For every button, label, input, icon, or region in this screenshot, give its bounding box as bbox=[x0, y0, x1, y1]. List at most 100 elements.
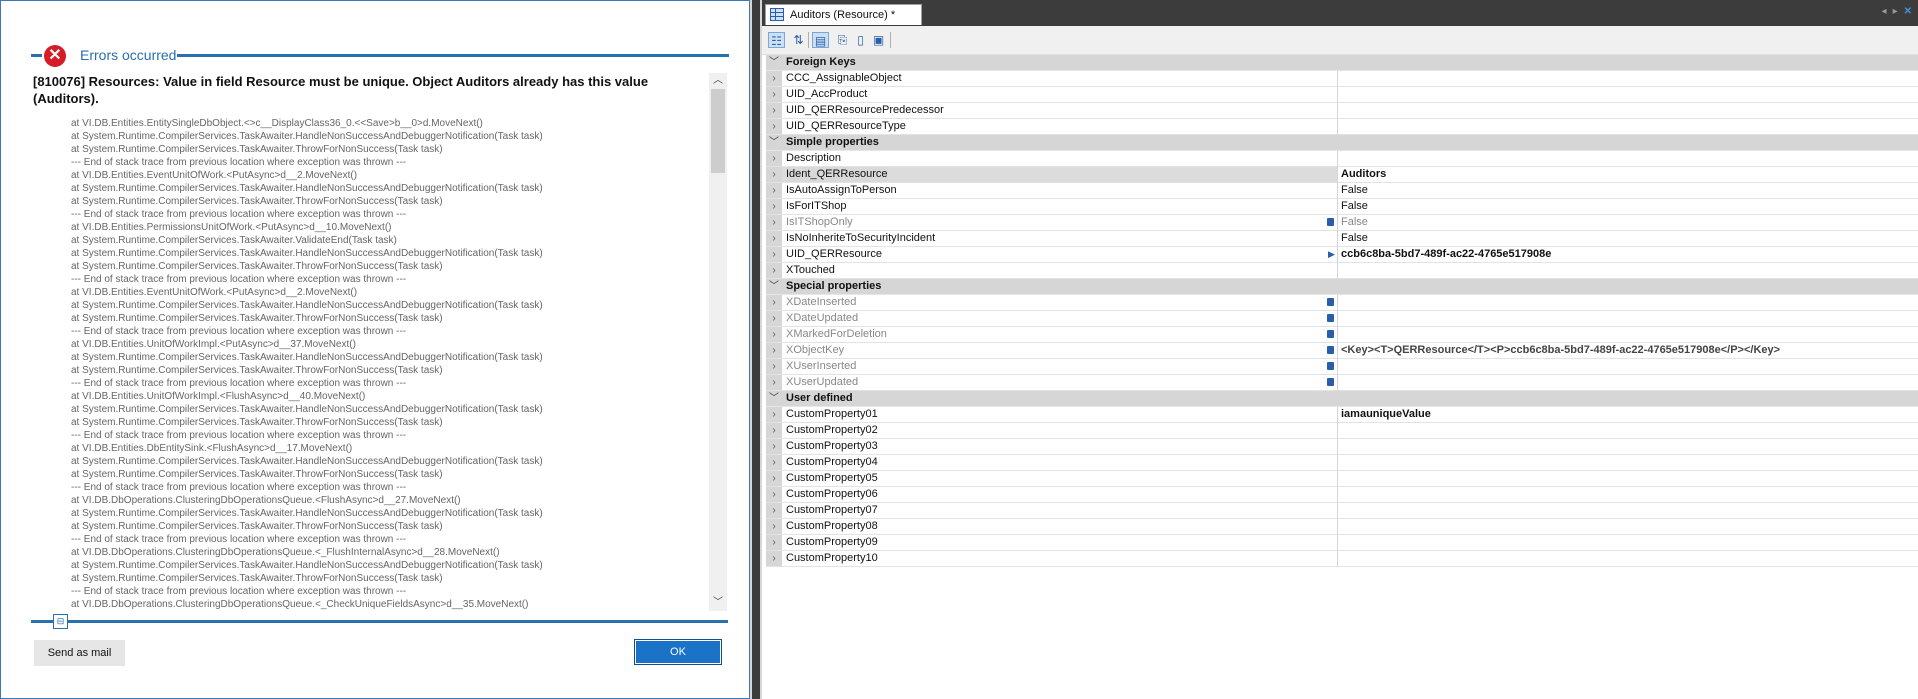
property-value[interactable]: <Key><T>QERResource</T><P>ccb6c8ba-5bd7-… bbox=[1341, 343, 1780, 358]
tab-nav-icons: ◂ ▸ ✕ bbox=[1876, 6, 1912, 17]
property-value[interactable]: False bbox=[1341, 199, 1368, 214]
property-row[interactable]: › Ident_QERResource Auditors bbox=[766, 167, 1918, 183]
category-header[interactable]: ﹀ User defined bbox=[766, 391, 1918, 407]
property-row[interactable]: › CustomProperty05 bbox=[766, 471, 1918, 487]
expand-chevron-icon[interactable]: › bbox=[766, 231, 782, 246]
expand-chevron-icon[interactable]: › bbox=[766, 311, 782, 326]
splitter[interactable] bbox=[750, 0, 762, 699]
expand-chevron-icon[interactable]: › bbox=[766, 167, 782, 182]
navigate-arrow-icon[interactable]: ▶ bbox=[1328, 247, 1335, 262]
expand-chevron-icon[interactable]: › bbox=[766, 375, 782, 390]
collapse-chevron-icon[interactable]: ﹀ bbox=[766, 55, 782, 70]
error-message: [810076] Resources: Value in field Resou… bbox=[33, 74, 649, 106]
expand-chevron-icon[interactable]: › bbox=[766, 87, 782, 102]
expand-chevron-icon[interactable]: › bbox=[766, 247, 782, 262]
close-tab-icon[interactable]: ✕ bbox=[1904, 6, 1912, 17]
property-value[interactable]: False bbox=[1341, 183, 1368, 198]
property-row[interactable]: › UID_QERResourceType bbox=[766, 119, 1918, 135]
expand-chevron-icon[interactable]: › bbox=[766, 423, 782, 438]
property-row[interactable]: › CustomProperty06 bbox=[766, 487, 1918, 503]
property-row[interactable]: › XDateInserted bbox=[766, 295, 1918, 311]
property-row[interactable]: › XObjectKey <Key><T>QERResource</T><P>ccb… bbox=[766, 343, 1918, 359]
expand-chevron-icon[interactable]: › bbox=[766, 439, 782, 454]
sort-alphabetical-icon[interactable]: ⇅ bbox=[790, 32, 807, 48]
scroll-thumb[interactable] bbox=[711, 89, 725, 173]
expand-chevron-icon[interactable]: › bbox=[766, 535, 782, 550]
vertical-scrollbar[interactable]: ︿ ﹀ bbox=[709, 73, 727, 611]
collapse-chevron-icon[interactable]: ﹀ bbox=[766, 279, 782, 294]
stack-trace-line: at System.Runtime.CompilerServices.TaskA… bbox=[71, 560, 543, 571]
scroll-up-icon[interactable]: ︿ bbox=[709, 73, 727, 89]
document-icon[interactable]: ▯ bbox=[852, 32, 869, 48]
expand-chevron-icon[interactable]: › bbox=[766, 503, 782, 518]
column-separator bbox=[1337, 343, 1338, 359]
column-separator bbox=[1337, 423, 1338, 439]
property-row[interactable]: › CustomProperty07 bbox=[766, 503, 1918, 519]
property-row[interactable]: › IsNoInheriteToSecurityIncident False bbox=[766, 231, 1918, 247]
scroll-left-icon[interactable]: ◂ bbox=[1882, 6, 1887, 17]
expand-chevron-icon[interactable]: › bbox=[766, 263, 782, 278]
expand-chevron-icon[interactable]: › bbox=[766, 71, 782, 86]
property-row[interactable]: › CustomProperty08 bbox=[766, 519, 1918, 535]
property-row[interactable]: › UID_QERResourcePredecessor bbox=[766, 103, 1918, 119]
stack-trace-line: at VI.DB.Entities.EventUnitOfWork.<PutAs… bbox=[71, 287, 358, 298]
property-row[interactable]: › IsForITShop False bbox=[766, 199, 1918, 215]
property-row[interactable]: › Description bbox=[766, 151, 1918, 167]
expand-chevron-icon[interactable]: › bbox=[766, 103, 782, 118]
property-name: UID_QERResourcePredecessor bbox=[786, 104, 944, 116]
scroll-right-icon[interactable]: ▸ bbox=[1893, 6, 1898, 17]
expand-icon[interactable]: ⊟ bbox=[53, 614, 68, 629]
expand-chevron-icon[interactable]: › bbox=[766, 183, 782, 198]
expand-chevron-icon[interactable]: › bbox=[766, 215, 782, 230]
property-row[interactable]: › CCC_AssignableObject bbox=[766, 71, 1918, 87]
table-icon bbox=[770, 8, 784, 21]
tab-auditors-resource[interactable]: Auditors (Resource) * bbox=[765, 4, 922, 25]
property-value[interactable]: Auditors bbox=[1341, 167, 1386, 182]
scroll-down-icon[interactable]: ﹀ bbox=[709, 595, 727, 611]
property-row[interactable]: › UID_AccProduct bbox=[766, 87, 1918, 103]
category-header[interactable]: ﹀ Special properties bbox=[766, 279, 1918, 295]
expand-chevron-icon[interactable]: › bbox=[766, 199, 782, 214]
expand-chevron-icon[interactable]: › bbox=[766, 327, 782, 342]
collapse-chevron-icon[interactable]: ﹀ bbox=[766, 391, 782, 406]
property-row[interactable]: › CustomProperty01 iamauniqueValue bbox=[766, 407, 1918, 423]
property-row[interactable]: › CustomProperty09 bbox=[766, 535, 1918, 551]
error-title: Errors occurred bbox=[80, 47, 177, 63]
expand-chevron-icon[interactable]: › bbox=[766, 359, 782, 374]
expand-chevron-icon[interactable]: › bbox=[766, 343, 782, 358]
category-header[interactable]: ﹀ Foreign Keys bbox=[766, 55, 1918, 71]
property-page-icon[interactable]: ▤ bbox=[812, 32, 829, 48]
property-row[interactable]: › XTouched bbox=[766, 263, 1918, 279]
expand-chevron-icon[interactable]: › bbox=[766, 471, 782, 486]
property-value[interactable]: False bbox=[1341, 231, 1368, 246]
property-value[interactable]: iamauniqueValue bbox=[1341, 407, 1431, 422]
expand-chevron-icon[interactable]: › bbox=[766, 295, 782, 310]
property-row[interactable]: › UID_QERResource ▶ ccb6c8ba-5bd7-489f-ac22… bbox=[766, 247, 1918, 263]
property-row[interactable]: › CustomProperty03 bbox=[766, 439, 1918, 455]
ok-button[interactable]: OK bbox=[634, 639, 722, 665]
property-row[interactable]: › CustomProperty10 bbox=[766, 551, 1918, 567]
expand-chevron-icon[interactable]: › bbox=[766, 455, 782, 470]
property-value[interactable]: False bbox=[1341, 215, 1368, 230]
expand-chevron-icon[interactable]: › bbox=[766, 551, 782, 566]
relations-icon[interactable]: ⎘ bbox=[834, 32, 851, 48]
property-row[interactable]: › CustomProperty04 bbox=[766, 455, 1918, 471]
property-row[interactable]: › IsITShopOnly False bbox=[766, 215, 1918, 231]
expand-chevron-icon[interactable]: › bbox=[766, 119, 782, 134]
expand-chevron-icon[interactable]: › bbox=[766, 519, 782, 534]
send-as-mail-button[interactable]: Send as mail bbox=[34, 640, 125, 666]
property-row[interactable]: › XMarkedForDeletion bbox=[766, 327, 1918, 343]
expand-chevron-icon[interactable]: › bbox=[766, 151, 782, 166]
property-value[interactable]: ccb6c8ba-5bd7-489f-ac22-4765e517908e bbox=[1341, 247, 1551, 262]
preview-icon[interactable]: ▣ bbox=[870, 32, 887, 48]
property-row[interactable]: › XUserInserted bbox=[766, 359, 1918, 375]
expand-chevron-icon[interactable]: › bbox=[766, 407, 782, 422]
category-header[interactable]: ﹀ Simple properties bbox=[766, 135, 1918, 151]
expand-chevron-icon[interactable]: › bbox=[766, 487, 782, 502]
categorized-view-icon[interactable]: ☷ bbox=[768, 32, 785, 48]
property-row[interactable]: › CustomProperty02 bbox=[766, 423, 1918, 439]
collapse-chevron-icon[interactable]: ﹀ bbox=[766, 135, 782, 150]
property-row[interactable]: › IsAutoAssignToPerson False bbox=[766, 183, 1918, 199]
property-row[interactable]: › XUserUpdated bbox=[766, 375, 1918, 391]
property-row[interactable]: › XDateUpdated bbox=[766, 311, 1918, 327]
